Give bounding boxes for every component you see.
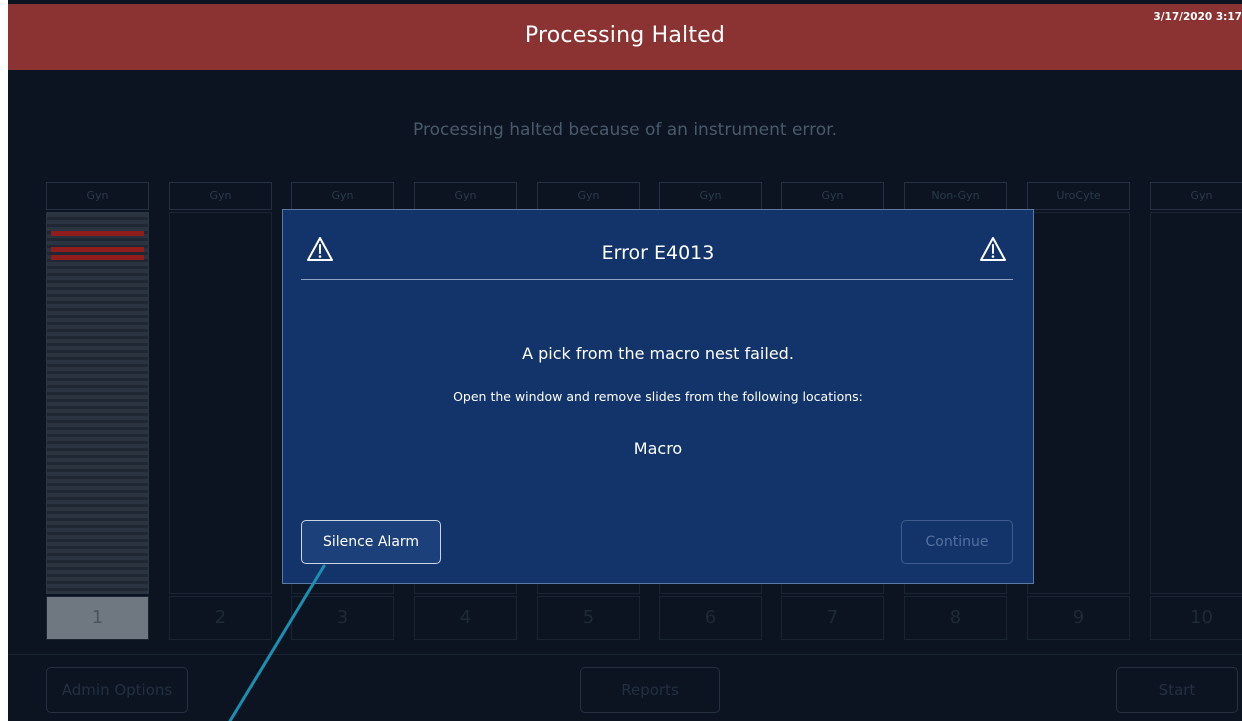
annotation-pointer [228,564,326,721]
